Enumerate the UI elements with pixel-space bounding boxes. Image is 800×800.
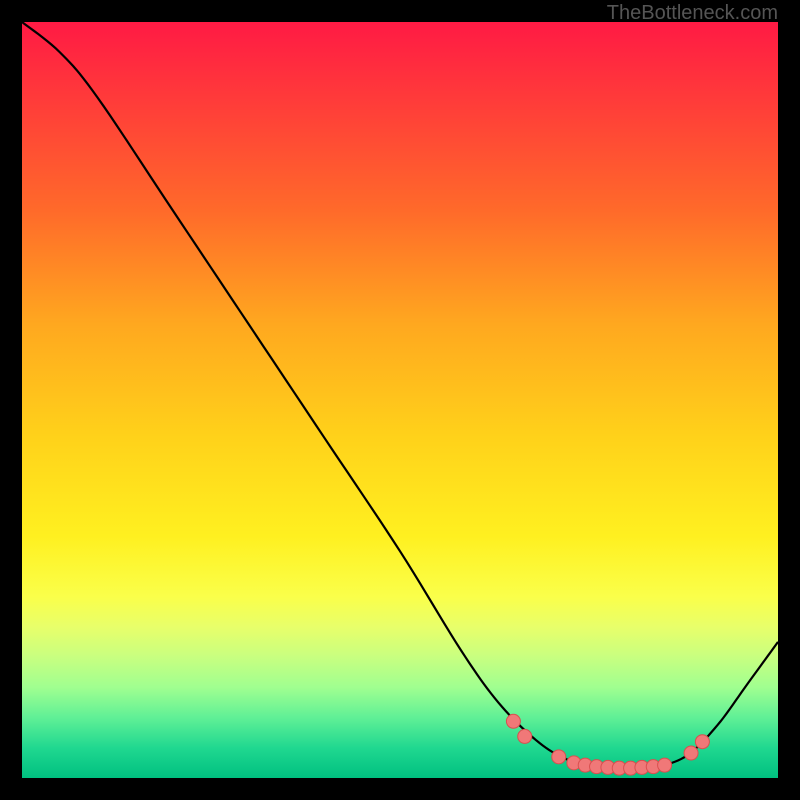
marker-point: [506, 714, 520, 728]
chart-svg: [22, 22, 778, 778]
curve-markers: [506, 714, 709, 775]
marker-point: [695, 735, 709, 749]
marker-point: [552, 750, 566, 764]
chart-container: TheBottleneck.com: [0, 0, 800, 800]
plot-area: [22, 22, 778, 778]
marker-point: [658, 758, 672, 772]
bottleneck-curve: [22, 22, 778, 769]
marker-point: [684, 746, 698, 760]
marker-point: [518, 729, 532, 743]
